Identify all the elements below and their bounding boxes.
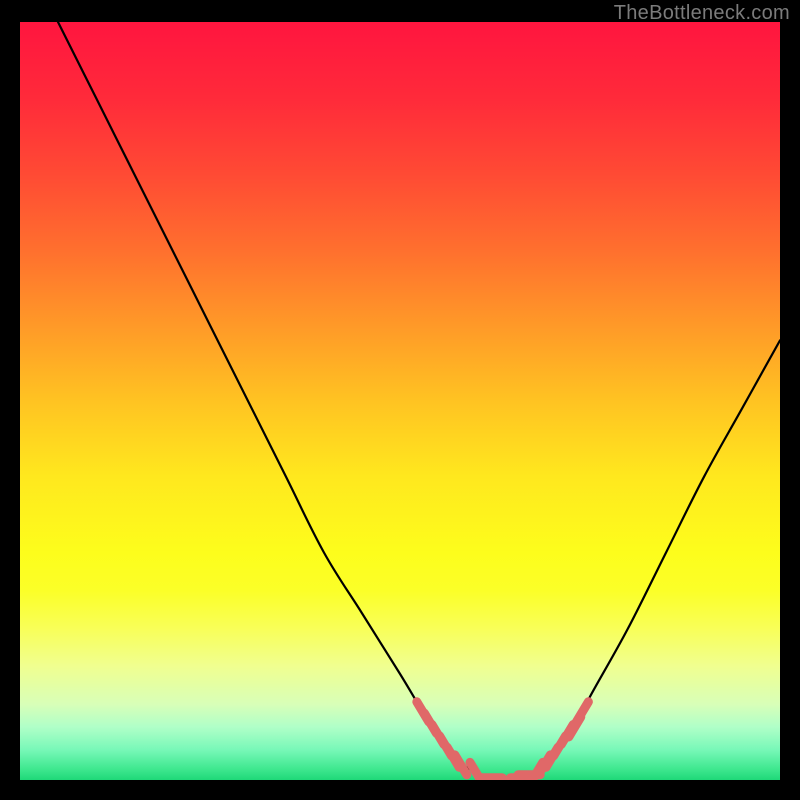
chart-frame: TheBottleneck.com (0, 0, 800, 800)
plot-area (20, 22, 780, 780)
marker-dash (576, 702, 588, 722)
curve-layer (20, 22, 780, 780)
bottleneck-curve (58, 22, 780, 780)
highlight-markers (417, 702, 589, 780)
marker-dash (455, 755, 467, 775)
